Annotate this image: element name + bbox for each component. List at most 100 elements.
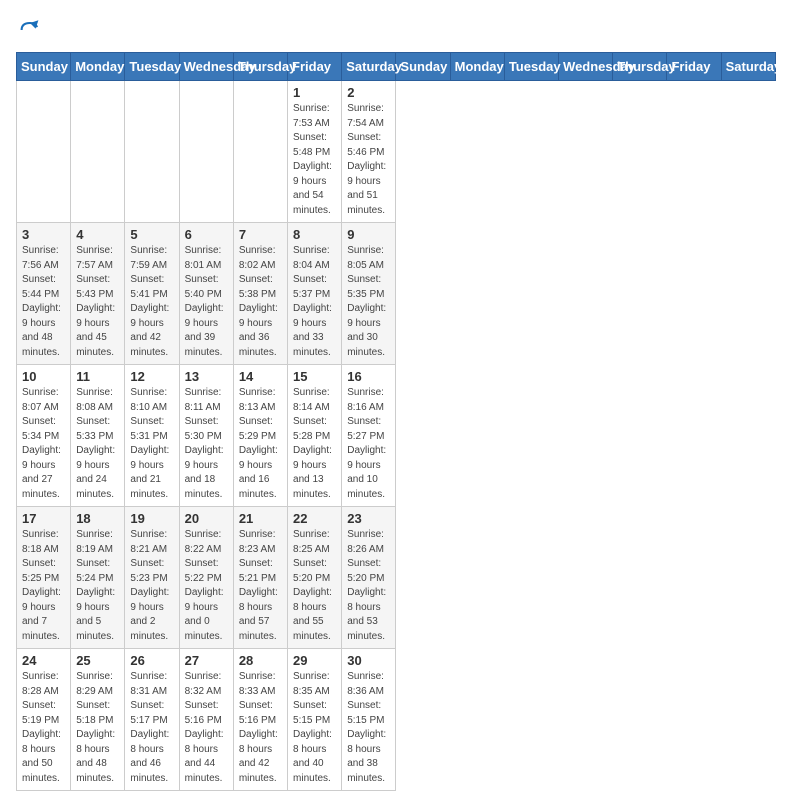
calendar-table: SundayMondayTuesdayWednesdayThursdayFrid… xyxy=(16,52,776,791)
calendar-cell: 23Sunrise: 8:26 AM Sunset: 5:20 PM Dayli… xyxy=(342,507,396,649)
calendar-cell: 19Sunrise: 8:21 AM Sunset: 5:23 PM Dayli… xyxy=(125,507,179,649)
calendar-cell: 24 Sunrise: 8:28 AM Sunset: 5:19 PM Dayli… xyxy=(17,649,71,791)
day-header-friday: Friday xyxy=(288,53,342,81)
calendar-week-row: 17 Sunrise: 8:18 AM Sunset: 5:25 PM Dayli… xyxy=(17,507,776,649)
day-number: 21 xyxy=(239,511,282,526)
day-number: 17 xyxy=(22,511,65,526)
day-number: 22 xyxy=(293,511,336,526)
day-number: 4 xyxy=(76,227,119,242)
day-info: Sunrise: 8:13 AM Sunset: 5:29 PM Dayligh… xyxy=(239,386,282,502)
col-header-saturday: Saturday xyxy=(721,53,775,81)
day-info: Sunrise: 7:57 AM Sunset: 5:43 PM Dayligh… xyxy=(76,244,119,360)
calendar-cell: 2 Sunrise: 7:54 AM Sunset: 5:46 PM Daylig… xyxy=(342,81,396,223)
calendar-cell: 10Sunrise: 8:07 AM Sunset: 5:34 PM Dayli… xyxy=(17,365,71,507)
day-number: 19 xyxy=(130,511,173,526)
day-header-wednesday: Wednesday xyxy=(179,53,233,81)
calendar-cell xyxy=(233,81,287,223)
day-header-saturday: Saturday xyxy=(342,53,396,81)
calendar-cell: 13 Sunrise: 8:11 AM Sunset: 5:30 PM Dayli… xyxy=(179,365,233,507)
calendar-cell: 5 Sunrise: 7:59 AM Sunset: 5:41 PM Daylig… xyxy=(125,223,179,365)
calendar-cell: 21Sunrise: 8:23 AM Sunset: 5:21 PM Dayli… xyxy=(233,507,287,649)
day-number: 26 xyxy=(130,653,173,668)
day-info: Sunrise: 8:35 AM Sunset: 5:15 PM Dayligh… xyxy=(293,670,336,786)
calendar-week-row: 10Sunrise: 8:07 AM Sunset: 5:34 PM Dayli… xyxy=(17,365,776,507)
day-info: Sunrise: 7:56 AM Sunset: 5:44 PM Dayligh… xyxy=(22,244,65,360)
day-info: Sunrise: 8:19 AM Sunset: 5:24 PM Dayligh… xyxy=(76,528,119,644)
calendar-cell: 20 Sunrise: 8:22 AM Sunset: 5:22 PM Dayli… xyxy=(179,507,233,649)
day-info: Sunrise: 7:53 AM Sunset: 5:48 PM Dayligh… xyxy=(293,102,336,218)
day-header-thursday: Thursday xyxy=(233,53,287,81)
day-info: Sunrise: 8:05 AM Sunset: 5:35 PM Dayligh… xyxy=(347,244,390,360)
day-info: Sunrise: 8:10 AM Sunset: 5:31 PM Dayligh… xyxy=(130,386,173,502)
day-number: 12 xyxy=(130,369,173,384)
day-number: 16 xyxy=(347,369,390,384)
day-number: 24 xyxy=(22,653,65,668)
calendar-week-row: 1 Sunrise: 7:53 AM Sunset: 5:48 PM Daylig… xyxy=(17,81,776,223)
day-number: 25 xyxy=(76,653,119,668)
day-number: 2 xyxy=(347,85,390,100)
col-header-monday: Monday xyxy=(450,53,504,81)
col-header-thursday: Thursday xyxy=(613,53,667,81)
logo xyxy=(16,16,48,44)
day-info: Sunrise: 8:31 AM Sunset: 5:17 PM Dayligh… xyxy=(130,670,173,786)
day-number: 6 xyxy=(185,227,228,242)
day-number: 20 xyxy=(185,511,228,526)
day-info: Sunrise: 8:33 AM Sunset: 5:16 PM Dayligh… xyxy=(239,670,282,786)
calendar-cell: 22Sunrise: 8:25 AM Sunset: 5:20 PM Dayli… xyxy=(288,507,342,649)
col-header-friday: Friday xyxy=(667,53,721,81)
day-number: 28 xyxy=(239,653,282,668)
day-number: 1 xyxy=(293,85,336,100)
calendar-cell: 29 Sunrise: 8:35 AM Sunset: 5:15 PM Dayli… xyxy=(288,649,342,791)
day-number: 7 xyxy=(239,227,282,242)
day-number: 29 xyxy=(293,653,336,668)
calendar-cell: 15Sunrise: 8:14 AM Sunset: 5:28 PM Dayli… xyxy=(288,365,342,507)
col-header-sunday: Sunday xyxy=(396,53,450,81)
day-info: Sunrise: 8:08 AM Sunset: 5:33 PM Dayligh… xyxy=(76,386,119,502)
day-number: 15 xyxy=(293,369,336,384)
day-info: Sunrise: 8:32 AM Sunset: 5:16 PM Dayligh… xyxy=(185,670,228,786)
day-number: 14 xyxy=(239,369,282,384)
calendar-cell: 14 Sunrise: 8:13 AM Sunset: 5:29 PM Dayli… xyxy=(233,365,287,507)
day-number: 3 xyxy=(22,227,65,242)
col-header-wednesday: Wednesday xyxy=(559,53,613,81)
calendar-cell xyxy=(71,81,125,223)
page-header xyxy=(16,16,776,44)
calendar-week-row: 3 Sunrise: 7:56 AM Sunset: 5:44 PM Daylig… xyxy=(17,223,776,365)
day-number: 13 xyxy=(185,369,228,384)
day-info: Sunrise: 8:28 AM Sunset: 5:19 PM Dayligh… xyxy=(22,670,65,786)
day-info: Sunrise: 7:59 AM Sunset: 5:41 PM Dayligh… xyxy=(130,244,173,360)
day-header-tuesday: Tuesday xyxy=(125,53,179,81)
day-info: Sunrise: 7:54 AM Sunset: 5:46 PM Dayligh… xyxy=(347,102,390,218)
day-info: Sunrise: 8:18 AM Sunset: 5:25 PM Dayligh… xyxy=(22,528,65,644)
calendar-cell: 6 Sunrise: 8:01 AM Sunset: 5:40 PM Daylig… xyxy=(179,223,233,365)
calendar-cell: 30 Sunrise: 8:36 AM Sunset: 5:15 PM Dayli… xyxy=(342,649,396,791)
calendar-cell: 26 Sunrise: 8:31 AM Sunset: 5:17 PM Dayli… xyxy=(125,649,179,791)
calendar-cell xyxy=(17,81,71,223)
day-info: Sunrise: 8:07 AM Sunset: 5:34 PM Dayligh… xyxy=(22,386,65,502)
calendar-cell: 11 Sunrise: 8:08 AM Sunset: 5:33 PM Dayli… xyxy=(71,365,125,507)
calendar-cell: 3 Sunrise: 7:56 AM Sunset: 5:44 PM Daylig… xyxy=(17,223,71,365)
calendar-cell: 8Sunrise: 8:04 AM Sunset: 5:37 PM Daylig… xyxy=(288,223,342,365)
day-info: Sunrise: 8:01 AM Sunset: 5:40 PM Dayligh… xyxy=(185,244,228,360)
calendar-cell xyxy=(125,81,179,223)
day-info: Sunrise: 8:29 AM Sunset: 5:18 PM Dayligh… xyxy=(76,670,119,786)
day-info: Sunrise: 8:11 AM Sunset: 5:30 PM Dayligh… xyxy=(185,386,228,502)
day-number: 30 xyxy=(347,653,390,668)
day-info: Sunrise: 8:02 AM Sunset: 5:38 PM Dayligh… xyxy=(239,244,282,360)
day-number: 18 xyxy=(76,511,119,526)
calendar-cell: 7 Sunrise: 8:02 AM Sunset: 5:38 PM Daylig… xyxy=(233,223,287,365)
calendar-cell: 27 Sunrise: 8:32 AM Sunset: 5:16 PM Dayli… xyxy=(179,649,233,791)
calendar-cell: 1 Sunrise: 7:53 AM Sunset: 5:48 PM Daylig… xyxy=(288,81,342,223)
day-number: 5 xyxy=(130,227,173,242)
day-number: 27 xyxy=(185,653,228,668)
col-header-tuesday: Tuesday xyxy=(504,53,558,81)
calendar-cell: 25 Sunrise: 8:29 AM Sunset: 5:18 PM Dayli… xyxy=(71,649,125,791)
calendar-cell: 9Sunrise: 8:05 AM Sunset: 5:35 PM Daylig… xyxy=(342,223,396,365)
calendar-header-row: SundayMondayTuesdayWednesdayThursdayFrid… xyxy=(17,53,776,81)
day-number: 11 xyxy=(76,369,119,384)
day-info: Sunrise: 8:22 AM Sunset: 5:22 PM Dayligh… xyxy=(185,528,228,644)
day-info: Sunrise: 8:36 AM Sunset: 5:15 PM Dayligh… xyxy=(347,670,390,786)
calendar-cell: 16Sunrise: 8:16 AM Sunset: 5:27 PM Dayli… xyxy=(342,365,396,507)
logo-icon xyxy=(16,16,44,44)
day-number: 8 xyxy=(293,227,336,242)
